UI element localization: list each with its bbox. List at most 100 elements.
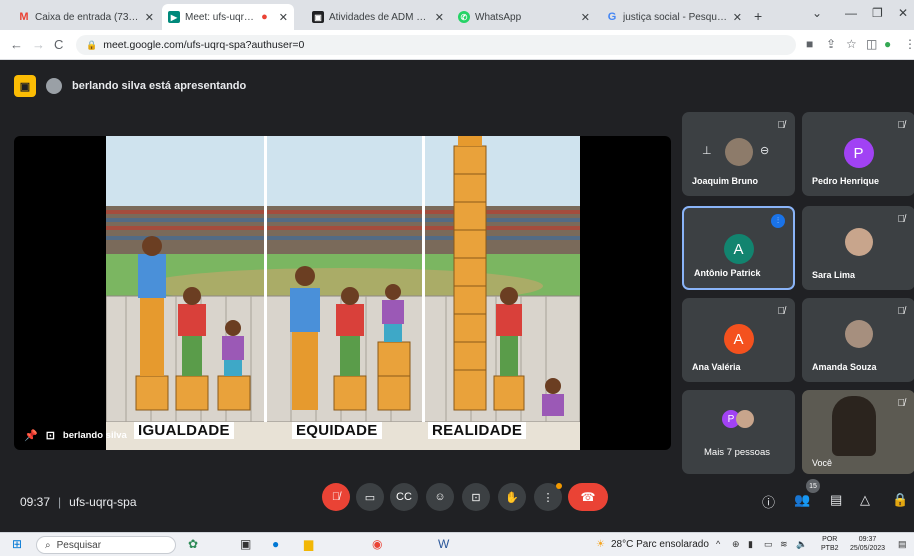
language-indicator[interactable]: POR PTB2 [821, 535, 839, 553]
close-window-icon[interactable]: ✕ [898, 6, 908, 20]
notifications-icon[interactable]: ▤ [898, 539, 907, 550]
reload-icon[interactable]: C [54, 37, 63, 52]
chevron-down-icon[interactable]: ⌄ [812, 6, 822, 20]
mic-off-icon: 🎙̸ [777, 306, 786, 317]
widgets-icon[interactable]: ✿ [188, 537, 198, 551]
participant-tile-active-speaker[interactable]: ⫶ A Antônio Patrick [682, 206, 795, 290]
word-icon[interactable]: W [438, 537, 449, 551]
self-video-tile[interactable]: 🎙̸ Você [802, 390, 914, 474]
wifi-icon[interactable]: ≋ [780, 539, 788, 550]
mic-off-icon: 🎙̸ [777, 120, 786, 131]
close-tab-icon[interactable]: ✕ [145, 11, 154, 24]
edge-icon[interactable]: ● [272, 537, 279, 551]
taskbar-search[interactable]: ⌕ Pesquisar [36, 536, 176, 554]
tab-whatsapp[interactable]: ✆ WhatsApp ✕ [452, 4, 596, 30]
slide-label-igualdade: IGUALDADE [134, 422, 234, 439]
restore-icon[interactable]: ❐ [872, 6, 883, 20]
file-explorer-icon[interactable]: ▆ [304, 537, 313, 551]
presentation-stage[interactable]: IGUALDADE EQUIDADE REALIDADE 📌 ⊡ berland… [14, 136, 671, 450]
raise-hand-button[interactable]: ✋ [498, 483, 526, 511]
participant-tile[interactable]: 🎙̸ Amanda Souza [802, 298, 914, 382]
participant-tile[interactable]: 🎙̸ P Pedro Henrique [802, 112, 914, 196]
tray-chevron-icon[interactable]: ^ [716, 539, 720, 549]
bookmark-star-icon[interactable]: ☆ [846, 37, 857, 51]
avatar: P [843, 138, 874, 168]
chat-icon[interactable]: ▤ [830, 492, 842, 508]
mic-off-button[interactable]: 🎙̸ [322, 483, 350, 511]
mic-off-icon: 🎙̸ [897, 120, 906, 131]
participant-tile[interactable]: 🎙̸ ⊥ ⊖ Joaquim Bruno [682, 112, 795, 196]
mic-off-icon: 🎙̸ [897, 214, 906, 225]
speaking-indicator-icon: ⫶ [771, 214, 785, 228]
new-tab-icon[interactable]: + [754, 8, 762, 24]
address-bar-row: ← → C 🔒 meet.google.com/ufs-uqrq-spa?aut… [0, 30, 914, 60]
leave-call-button[interactable]: ☎ [568, 483, 608, 511]
equality-equity-illustration [106, 136, 580, 450]
tray-icon[interactable]: ⊕ [732, 539, 740, 550]
meeting-info: 09:37 | ufs-uqrq-spa [20, 495, 137, 509]
avatar [844, 320, 873, 348]
participant-tile[interactable]: 🎙̸ A Ana Valéria [682, 298, 795, 382]
avatar [46, 78, 62, 94]
tray-icon[interactable]: ▮ [748, 539, 753, 550]
presenter-name-label: 📌 ⊡ berlando silva [24, 429, 127, 442]
sidebar-icon[interactable]: ◫ [866, 37, 877, 51]
close-tab-icon[interactable]: ✕ [581, 11, 590, 24]
shared-slide-image: IGUALDADE EQUIDADE REALIDADE [106, 136, 580, 450]
sun-cloud-icon: ☀ [596, 539, 605, 550]
pin-icon[interactable]: ⊥ [702, 144, 712, 157]
avatar [724, 138, 753, 166]
meeting-details-icon[interactable]: ⓘ [762, 492, 775, 511]
close-tab-icon[interactable]: ✕ [435, 11, 444, 24]
emoji-button[interactable]: ☺ [426, 483, 454, 511]
recording-icon: ● [261, 11, 268, 23]
presentation-icon[interactable]: ▣ [14, 75, 36, 97]
mic-off-icon: 🎙̸ [897, 306, 906, 317]
avatar [844, 228, 873, 256]
participant-tile[interactable]: 🎙̸ Sara Lima [802, 206, 914, 290]
people-icon[interactable]: 👥 [794, 492, 810, 508]
fullscreen-icon[interactable]: ⊡ [46, 429, 55, 442]
avatar: A [723, 324, 754, 354]
lock-icon: 🔒 [86, 39, 98, 50]
browser-tab-strip: M Caixa de entrada (738) - arte ✕ ▶ Meet… [0, 0, 914, 30]
avatar: A [723, 234, 754, 264]
host-controls-icon[interactable]: 🔒 [892, 492, 908, 508]
chrome-icon[interactable]: ◉ [372, 537, 382, 551]
url-field[interactable]: 🔒 meet.google.com/ufs-uqrq-spa?authuser=… [76, 35, 796, 55]
tab-gmail[interactable]: M Caixa de entrada (738) - arte ✕ [12, 4, 160, 30]
share-icon[interactable]: ⇪ [826, 37, 836, 51]
weather-widget[interactable]: ☀ 28°C Parc ensolarado [596, 539, 709, 550]
close-tab-icon[interactable]: ✕ [279, 11, 288, 24]
mic-off-icon: 🎙̸ [897, 398, 906, 409]
camera-button[interactable]: ▭ [356, 483, 384, 511]
activities-icon[interactable]: △ [860, 492, 870, 508]
menu-kebab-icon[interactable]: ⋮ [904, 37, 914, 51]
tab-meet[interactable]: ▶ Meet: ufs-uqrq-spa ● ✕ [162, 4, 294, 30]
windows-start-icon[interactable]: ⊞ [12, 537, 22, 551]
clock[interactable]: 09:37 25/05/2023 [850, 535, 885, 553]
notification-dot [556, 483, 562, 489]
forward-icon[interactable]: → [32, 37, 45, 52]
more-participants-tile[interactable]: P Mais 7 pessoas [682, 390, 795, 474]
camera-indicator-icon[interactable]: ■ [806, 37, 813, 51]
self-video-feed [832, 396, 876, 456]
google-icon: G [607, 11, 617, 23]
meet-window: ▣ berlando silva está apresentando IGUAL… [0, 60, 914, 532]
minimize-icon[interactable]: — [845, 6, 857, 20]
volume-icon[interactable]: 🔈 [796, 539, 807, 550]
avatar [736, 410, 754, 428]
tray-icon[interactable]: ▭ [764, 539, 773, 550]
remove-icon[interactable]: ⊖ [760, 144, 769, 157]
captions-button[interactable]: CC [390, 483, 418, 511]
profile-avatar-icon[interactable]: ● [884, 37, 891, 51]
gmail-icon: M [19, 11, 29, 23]
tab-classroom[interactable]: ▣ Atividades de ADM 20 Profe ✕ [306, 4, 450, 30]
close-tab-icon[interactable]: ✕ [733, 11, 742, 24]
pin-icon[interactable]: 📌 [24, 429, 38, 442]
task-view-icon[interactable]: ▣ [240, 537, 251, 551]
present-button[interactable]: ⊡ [462, 483, 490, 511]
tab-google-search[interactable]: G justiça social - Pesquisa Goo ✕ [600, 4, 748, 30]
slide-label-realidade: REALIDADE [428, 422, 527, 439]
back-icon[interactable]: ← [10, 37, 23, 52]
